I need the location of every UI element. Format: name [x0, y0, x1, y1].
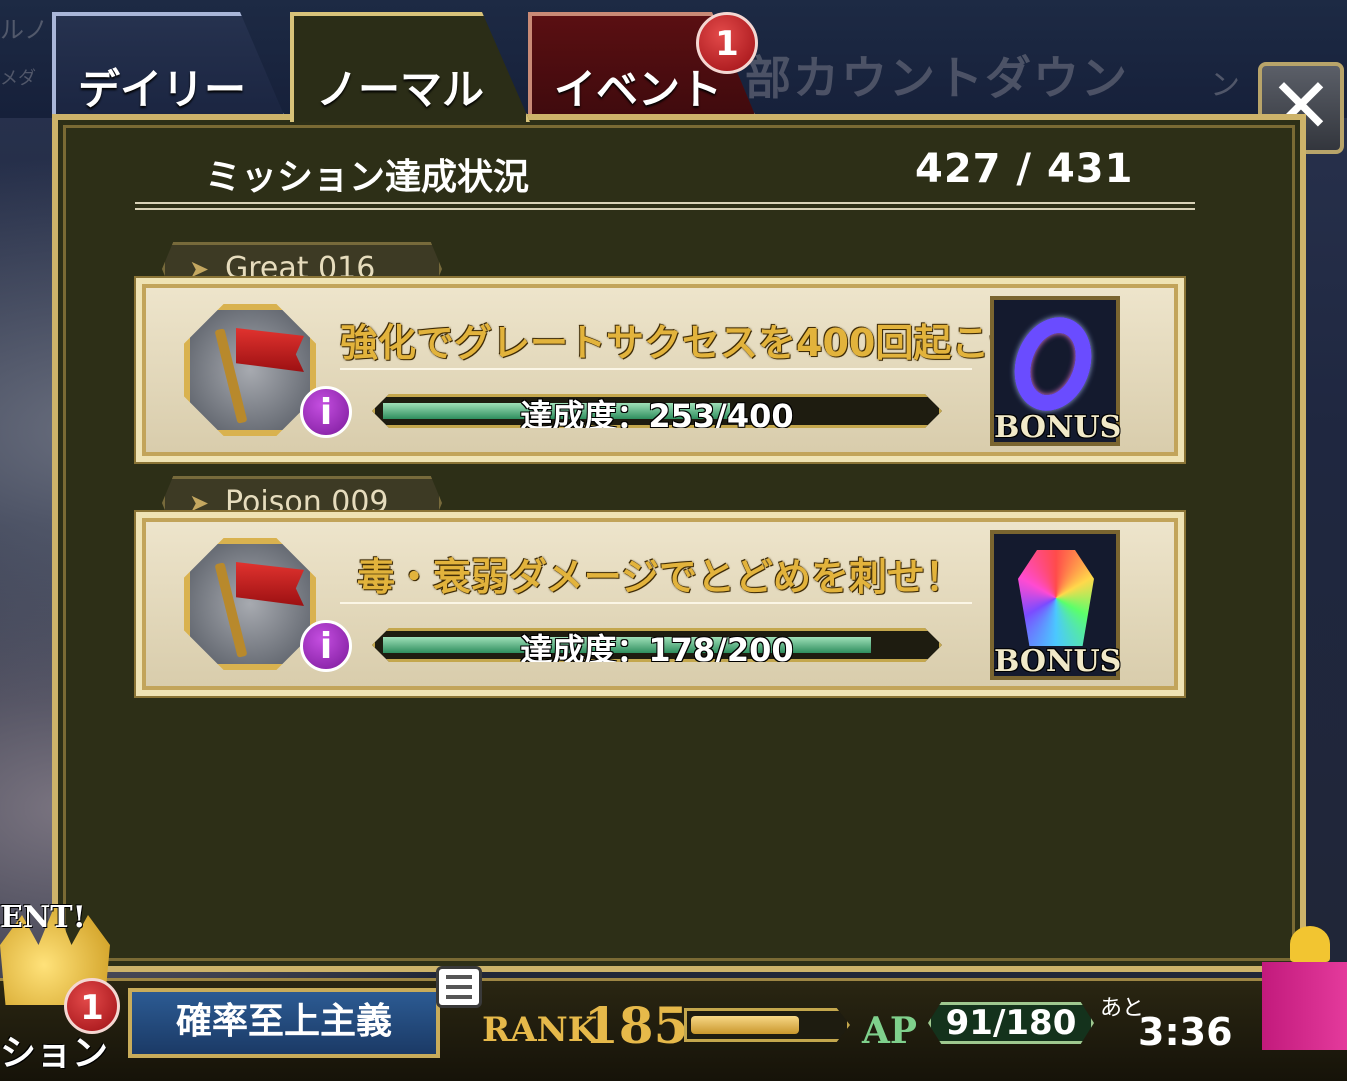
bonus-label: BONUS — [994, 410, 1122, 445]
rank-label: RANK — [482, 1010, 598, 1050]
tab-normal-label: ノーマル — [316, 65, 485, 114]
event-banner-text: ENT! — [0, 900, 86, 935]
mission-status-count: 427 / 431 — [915, 146, 1134, 192]
player-title-button[interactable]: 確率至上主義 — [128, 988, 440, 1058]
mission-progress-text: 達成度：253/400 — [520, 397, 794, 435]
status-divider — [135, 202, 1195, 210]
mission-title: 毒・衰弱ダメージでとどめを刺せ！ — [356, 555, 964, 599]
mission-progress-text: 達成度：178/200 — [520, 631, 794, 669]
background-left-text: ルノ — [0, 16, 48, 44]
mission-title: 強化でグレートサクセスを400回起こせ — [340, 321, 1028, 365]
ap-value: 91/180 — [928, 1002, 1094, 1044]
reward-box[interactable]: BONUS — [990, 296, 1122, 446]
background-countdown-text: 部カウントダウン — [745, 51, 1129, 105]
ap-label: AP — [862, 1010, 918, 1052]
mission-progress-bar: 達成度：178/200 — [372, 628, 942, 662]
mission-badge: 1 — [64, 978, 120, 1034]
reward-box[interactable]: BONUS — [990, 530, 1122, 680]
flag-emblem-icon — [184, 538, 316, 670]
background-left-text-2: メダ — [0, 68, 36, 89]
background-right-text: ン — [1210, 68, 1240, 103]
mission-progress-bar: 達成度：253/400 — [372, 394, 942, 428]
mission-divider — [340, 368, 972, 372]
rank-progress-fill — [691, 1016, 799, 1034]
mission-divider — [340, 602, 972, 606]
mission-card[interactable]: i 毒・衰弱ダメージでとどめを刺せ！ 達成度：178/200 BONUS — [136, 512, 1184, 696]
ap-recovery-time: 3:36 — [1138, 1010, 1233, 1054]
info-icon[interactable]: i — [300, 386, 352, 438]
flag-emblem-icon — [184, 304, 316, 436]
info-icon[interactable]: i — [300, 620, 352, 672]
ring-icon — [1001, 306, 1105, 422]
tab-event-badge: 1 — [696, 12, 758, 74]
rank-value: 185 — [584, 996, 689, 1055]
chat-icon[interactable] — [436, 966, 482, 1008]
bonus-label: BONUS — [994, 644, 1122, 679]
tab-daily-label: デイリー — [78, 65, 247, 114]
rank-progress-bar — [684, 1008, 850, 1042]
gift-ribbon-icon — [1290, 926, 1330, 962]
mission-card[interactable]: i 強化でグレートサクセスを400回起こせ 達成度：253/400 BONUS — [136, 278, 1184, 462]
mission-status-label: ミッション達成状況 — [205, 157, 530, 198]
crystal-icon — [1018, 550, 1094, 646]
